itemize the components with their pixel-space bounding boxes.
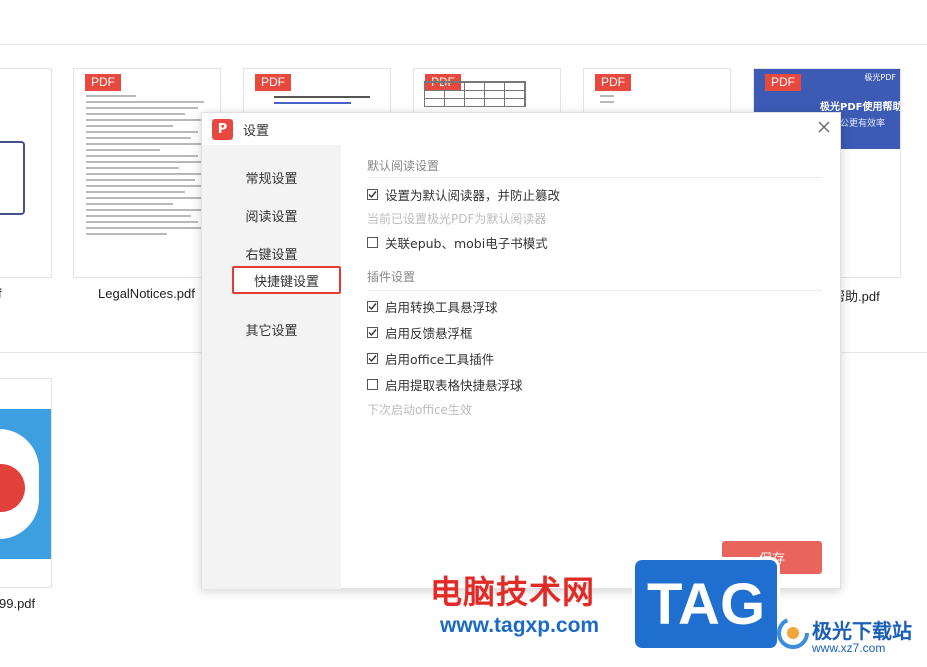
section-title-plugin: 插件设置 (367, 270, 416, 284)
checkbox-checked[interactable] (367, 188, 378, 200)
option-label: 启用office工具插件 (385, 351, 495, 367)
checkbox-checked[interactable] (367, 352, 378, 364)
section-divider (367, 290, 822, 291)
nav-general[interactable]: 常规设置 (202, 165, 341, 189)
checkbox-checked[interactable] (367, 326, 378, 338)
settings-sidebar: 常规设置 阅读设置 右键设置 快捷键设置 其它设置 (202, 145, 341, 589)
checkbox-unchecked[interactable] (367, 236, 378, 248)
option-feedback-box[interactable]: 启用反馈悬浮框 (367, 324, 473, 341)
banner-title: 极光PDF使用帮助 (820, 102, 901, 113)
pdf-badge: PDF (595, 74, 631, 91)
option-label: 设置为默认阅读器，并防止篡改 (385, 187, 561, 203)
reader-status-note: 当前已设置极光PDF为默认阅读器 (367, 212, 547, 226)
banner-subtitle: 公更有效率 (840, 119, 886, 129)
pdf-badge: PDF (85, 74, 121, 91)
pdf-badge: PDF (255, 74, 291, 91)
jiguang-logo-icon (777, 617, 809, 649)
option-default-reader[interactable]: 设置为默认阅读器，并防止篡改 (367, 186, 561, 203)
option-label: 启用提取表格快捷悬浮球 (385, 377, 523, 393)
brand-label: 极光PDF (864, 73, 896, 82)
option-office-plugin[interactable]: 启用office工具插件 (367, 350, 495, 367)
nav-right-click[interactable]: 右键设置 (202, 241, 341, 265)
dialog-titlebar: P 设置 (212, 118, 269, 140)
checkbox-checked[interactable] (367, 300, 378, 312)
option-table-extract-ball[interactable]: 启用提取表格快捷悬浮球 (367, 376, 523, 393)
option-label: 启用反馈悬浮框 (385, 325, 473, 341)
file-name-legalnotices: LegalNotices.pdf (98, 286, 195, 301)
file-thumbnail-partial[interactable] (0, 68, 52, 278)
nav-shortcuts[interactable]: 快捷键设置 (232, 266, 341, 294)
document-preview (86, 95, 210, 239)
close-icon[interactable] (816, 119, 832, 135)
dialog-title: 设置 (243, 123, 270, 139)
watermark-site-name: 电脑技术网 (430, 573, 596, 611)
watermark-site-url: www.tagxp.com (440, 614, 600, 637)
file-name-partial: f (0, 286, 2, 301)
toolbar-divider (0, 44, 927, 45)
nav-reading[interactable]: 阅读设置 (202, 203, 341, 227)
cartoon-image (0, 409, 51, 559)
checkbox-unchecked[interactable] (367, 378, 378, 390)
settings-dialog: P 设置 常规设置 阅读设置 右键设置 快捷键设置 其它设置 默认阅读设置 设置… (201, 112, 841, 589)
nav-other[interactable]: 其它设置 (202, 317, 341, 341)
file-thumbnail-legalnotices[interactable]: PDF (73, 68, 221, 278)
document-preview (600, 95, 614, 107)
option-label: 启用转换工具悬浮球 (385, 299, 498, 315)
document-preview (274, 96, 370, 108)
option-convert-ball[interactable]: 启用转换工具悬浮球 (367, 298, 498, 315)
pdf-badge: PDF (765, 74, 801, 91)
folder-shape-icon (0, 141, 25, 215)
watermark-jiguang-name: 极光下载站 (812, 619, 912, 643)
watermark-jiguang-url: www.xz7.com (812, 641, 886, 655)
option-label: 关联epub、mobi电子书模式 (385, 235, 548, 251)
table-preview (424, 81, 526, 107)
section-divider (367, 177, 822, 178)
office-restart-note: 下次启动office生效 (367, 403, 472, 417)
section-title-reader: 默认阅读设置 (367, 159, 440, 173)
tag-logo: TAG (632, 557, 780, 651)
file-name-99: 99.pdf (0, 596, 36, 611)
file-thumbnail-99[interactable] (0, 378, 52, 588)
option-ebook-mode[interactable]: 关联epub、mobi电子书模式 (367, 234, 548, 251)
app-logo-icon: P (212, 118, 233, 140)
